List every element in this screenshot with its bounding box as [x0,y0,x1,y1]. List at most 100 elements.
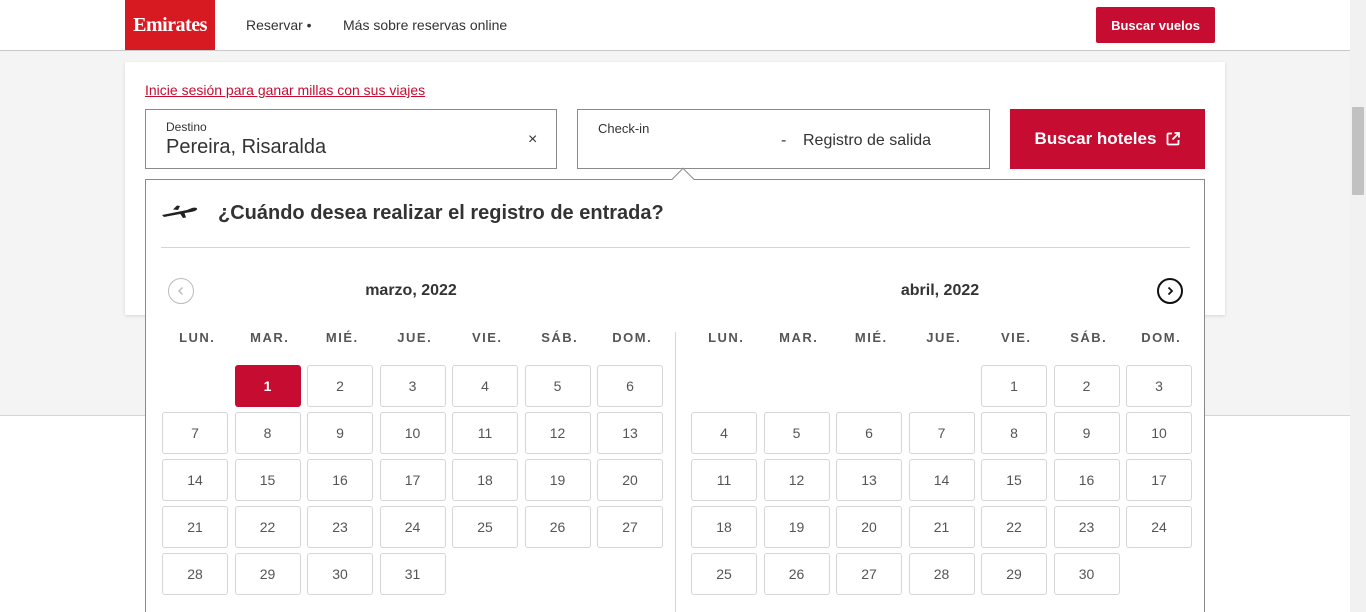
day-cell[interactable]: 5 [524,365,591,407]
day-cell[interactable]: 9 [307,412,373,454]
day-cell[interactable]: 5 [763,412,830,454]
day-cell[interactable]: 27 [597,506,663,548]
day-cell[interactable]: 3 [379,365,446,407]
day-cell[interactable]: 29 [234,553,301,595]
empty-day-cell [909,365,975,407]
day-cell[interactable]: 31 [379,553,446,595]
empty-day-cell [836,365,902,407]
day-cell[interactable]: 14 [162,459,228,501]
day-cell[interactable]: 14 [908,459,975,501]
day-cell[interactable]: 26 [763,553,830,595]
weekday-label: MAR. [779,330,819,345]
weekday-header: LUN. MAR. MIÉ. JUE. VIE. SÁB. DOM. [161,330,669,348]
day-cell[interactable]: 30 [1053,553,1120,595]
day-cell[interactable]: 3 [1126,365,1192,407]
day-cell[interactable]: 9 [1053,412,1120,454]
dates-field[interactable]: Check-in - Registro de salida [577,109,990,169]
search-hotels-label: Buscar hoteles [1034,129,1157,148]
day-cell[interactable]: 19 [524,459,591,501]
weekday-label: MAR. [250,330,290,345]
day-cell[interactable]: 18 [452,459,518,501]
empty-day-cell [162,365,228,407]
day-cell[interactable]: 4 [691,412,757,454]
day-cell[interactable]: 12 [763,459,830,501]
chevron-left-icon [178,287,183,295]
day-cell[interactable]: 27 [836,553,902,595]
day-cell[interactable]: 7 [908,412,975,454]
day-cell[interactable]: 17 [1126,459,1192,501]
weekday-label: MIÉ. [854,330,888,345]
search-flights-button[interactable]: Buscar vuelos [1096,7,1215,43]
day-cell[interactable]: 20 [597,459,663,501]
day-cell[interactable]: 22 [981,506,1047,548]
destination-field[interactable]: Destino Pereira, Risaralda × [145,109,557,169]
month-title-left: marzo, 2022 [365,282,457,299]
day-cell[interactable]: 16 [1053,459,1120,501]
month-april: LUN. MAR. MIÉ. JUE. VIE. SÁB. DOM. 12345… [690,330,1198,600]
calendar-heading: ¿Cuándo desea realizar el registro de en… [218,202,664,224]
scrollbar-track[interactable] [1350,0,1366,612]
scrollbar-thumb[interactable] [1352,107,1364,195]
weekday-header: LUN. MAR. MIÉ. JUE. VIE. SÁB. DOM. [690,330,1198,348]
day-cell[interactable]: 21 [908,506,975,548]
day-cell[interactable]: 8 [981,412,1047,454]
weekday-label: VIE. [1000,330,1032,345]
day-cell[interactable]: 24 [379,506,446,548]
day-cell[interactable]: 4 [452,365,518,407]
destination-label: Destino [166,120,207,134]
day-cell[interactable]: 18 [691,506,757,548]
weekday-label: VIE. [471,330,503,345]
day-cell[interactable]: 13 [597,412,663,454]
clear-destination-icon[interactable]: × [528,131,537,149]
day-cell[interactable]: 15 [234,459,301,501]
weekday-label: JUE. [397,330,433,345]
weekday-label: DOM. [1141,330,1182,345]
nav-mas-sobre-reservas[interactable]: Más sobre reservas online [343,17,507,33]
previous-month-button[interactable] [168,278,194,304]
next-month-button[interactable] [1157,278,1183,304]
day-cell[interactable]: 25 [691,553,757,595]
date-separator: - [781,132,787,149]
day-cell[interactable]: 1 [981,365,1047,407]
day-cell[interactable]: 30 [307,553,373,595]
day-cell[interactable]: 6 [597,365,663,407]
day-cell[interactable]: 13 [836,459,902,501]
destination-value[interactable]: Pereira, Risaralda [166,136,326,159]
weekday-label: DOM. [612,330,653,345]
day-cell[interactable]: 8 [234,412,301,454]
checkin-label[interactable]: Check-in [598,121,649,136]
day-cell[interactable]: 10 [379,412,446,454]
day-cell[interactable]: 19 [763,506,830,548]
day-cell[interactable]: 25 [452,506,518,548]
day-cell[interactable]: 6 [836,412,902,454]
day-cell[interactable]: 29 [981,553,1047,595]
day-cell[interactable]: 24 [1126,506,1192,548]
day-cell[interactable]: 22 [234,506,301,548]
day-cell[interactable]: 16 [307,459,373,501]
day-cell[interactable]: 2 [1053,365,1120,407]
weekday-label: SÁB. [541,330,579,345]
day-cell[interactable]: 23 [1053,506,1120,548]
day-cell[interactable]: 20 [836,506,902,548]
search-hotels-button[interactable]: Buscar hoteles [1010,109,1205,169]
day-cell[interactable]: 26 [524,506,591,548]
day-cell[interactable]: 10 [1126,412,1192,454]
nav-reservar[interactable]: Reservar • [246,17,312,33]
day-cell[interactable]: 28 [162,553,228,595]
emirates-logo[interactable]: Emirates [125,0,215,50]
day-cell[interactable]: 28 [908,553,975,595]
day-cell[interactable]: 12 [524,412,591,454]
external-link-icon [1167,132,1181,146]
day-cell[interactable]: 23 [307,506,373,548]
checkout-placeholder[interactable]: Registro de salida [803,132,931,150]
day-cell[interactable]: 15 [981,459,1047,501]
day-cell-selected[interactable]: 1 [234,365,301,407]
day-cell[interactable]: 21 [162,506,228,548]
day-cell[interactable]: 7 [162,412,228,454]
signin-link[interactable]: Inicie sesión para ganar millas con sus … [145,82,425,98]
day-cell[interactable]: 11 [691,459,757,501]
day-cell[interactable]: 11 [452,412,518,454]
weekday-label: LUN. [179,330,216,345]
day-cell[interactable]: 17 [379,459,446,501]
day-cell[interactable]: 2 [307,365,373,407]
